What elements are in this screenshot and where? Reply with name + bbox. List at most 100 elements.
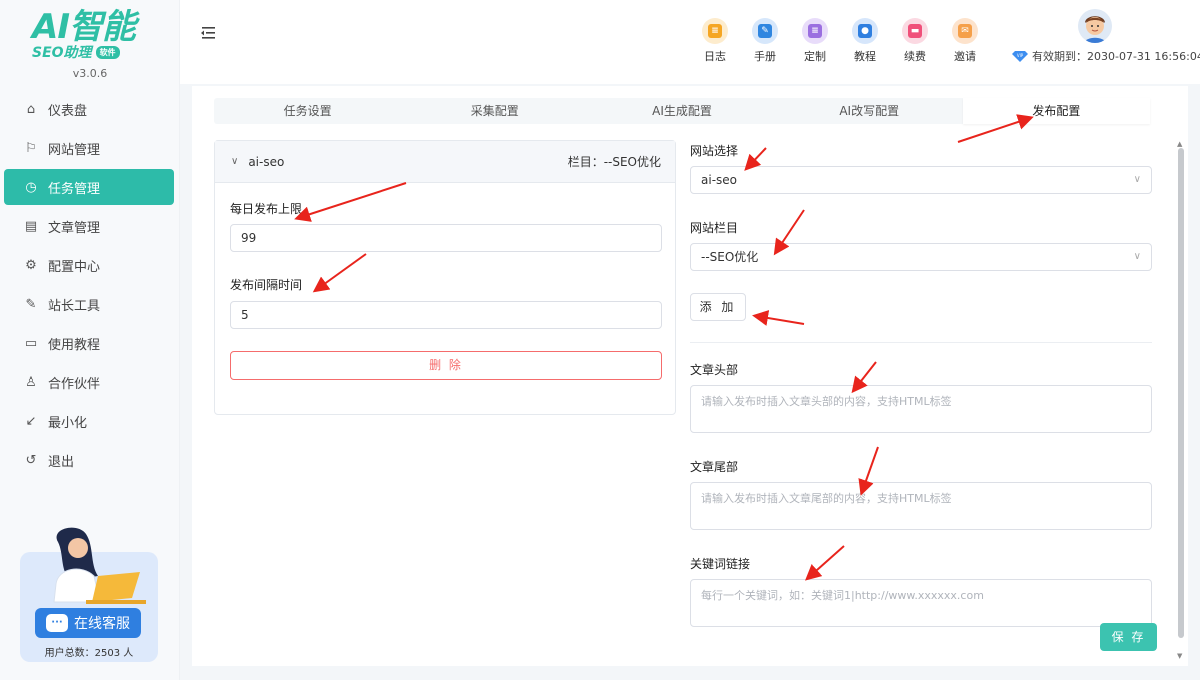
app-logo: AI智能 SEO助理 软件: [32, 10, 152, 62]
custom-icon: ≡: [802, 18, 828, 44]
home-icon: ⌂: [26, 101, 36, 117]
interval-label: 发布间隔时间: [230, 278, 303, 292]
sidebar-item-tutorial[interactable]: ▭ 使用教程: [4, 325, 174, 361]
column-select-label: 网站栏目: [690, 221, 739, 235]
clock-icon: ◷: [25, 179, 37, 195]
keyword-link-label: 关键词链接: [690, 557, 751, 571]
expire-text: 有效期到：2030-07-31 16:56:04: [1032, 50, 1200, 63]
sidebar-item-label: 最小化: [48, 415, 88, 431]
tool-label: 教程: [854, 50, 876, 63]
sidebar-item-logout[interactable]: ↺ 退出: [4, 442, 174, 478]
interval-input[interactable]: 5: [230, 301, 662, 329]
tool-label: 续费: [904, 50, 926, 63]
sidebar-item-label: 配置中心: [48, 259, 101, 275]
gear-icon: ⚙: [25, 257, 37, 273]
delete-button[interactable]: 删 除: [230, 351, 662, 380]
customer-service-card: ··· 在线客服 用户总数：2503 人: [20, 520, 158, 662]
sidebar: AI智能 SEO助理 软件 v3.0.6 ⌂ 仪表盘 ⚐ 网站管理 ◷ 任务管理…: [0, 0, 180, 680]
svg-text:VIP: VIP: [1017, 53, 1024, 58]
sidebar-item-dashboard[interactable]: ⌂ 仪表盘: [4, 91, 174, 127]
document-icon: ▤: [24, 218, 38, 234]
site-config-card: ∨ ai-seo 栏目：--SEO优化 每日发布上限 99 发布间隔时间 5 删…: [214, 140, 676, 415]
sidebar-item-sites[interactable]: ⚐ 网站管理: [4, 130, 174, 166]
main-panel: 任务设置 采集配置 AI生成配置 AI改写配置 发布配置 ∨ ai-seo 栏目…: [192, 86, 1188, 666]
sidebar-item-label: 网站管理: [48, 142, 101, 158]
user-avatar[interactable]: [1078, 9, 1112, 43]
article-header-label: 文章头部: [690, 363, 739, 377]
sidebar-item-partners[interactable]: ♙ 合作伙伴: [4, 364, 174, 400]
tool-renew[interactable]: ▬ 续费: [890, 18, 940, 64]
header-tools: ≡ 日志 ✎ 手册 ≡ 定制 ● 教程 ▬ 续费 ✉ 邀请: [690, 18, 990, 64]
logout-icon: ↺: [25, 452, 37, 468]
sidebar-item-label: 文章管理: [48, 220, 101, 236]
chat-icon: ···: [46, 614, 68, 632]
tool-label: 定制: [804, 50, 826, 63]
tool-log[interactable]: ≡ 日志: [690, 18, 740, 64]
sidebar-item-label: 合作伙伴: [48, 376, 101, 392]
log-icon: ≡: [702, 18, 728, 44]
site-select-value: ai-seo: [701, 173, 737, 187]
sidebar-item-minimize[interactable]: ↙ 最小化: [4, 403, 174, 439]
tutorial-icon: ●: [852, 18, 878, 44]
logo-main-text: AI智能: [32, 7, 136, 47]
top-bar: ≡ 日志 ✎ 手册 ≡ 定制 ● 教程 ▬ 续费 ✉ 邀请 VIP 有效期到：2…: [180, 0, 1200, 84]
scrollbar[interactable]: ▲ ▼: [1176, 140, 1186, 660]
chevron-down-icon: ∨: [231, 156, 239, 167]
divider: [690, 342, 1152, 343]
sidebar-item-label: 任务管理: [48, 181, 101, 197]
logo-badge: 软件: [95, 45, 120, 59]
site-name: ai-seo: [248, 154, 285, 169]
sidebar-item-articles[interactable]: ▤ 文章管理: [4, 208, 174, 244]
column-select[interactable]: --SEO优化 ∨: [690, 243, 1152, 271]
sidebar-item-tools[interactable]: ✎ 站长工具: [4, 286, 174, 322]
customer-service-button[interactable]: ··· 在线客服: [35, 608, 141, 638]
daily-limit-input[interactable]: 99: [230, 224, 662, 252]
logo-sub-text: SEO助理: [32, 45, 92, 61]
tool-label: 手册: [754, 50, 776, 63]
sidebar-item-label: 使用教程: [48, 337, 101, 353]
tool-label: 邀请: [954, 50, 976, 63]
renew-icon: ▬: [902, 18, 928, 44]
scroll-down-icon[interactable]: ▼: [1177, 652, 1182, 660]
add-button[interactable]: 添 加: [690, 293, 746, 321]
invite-icon: ✉: [952, 18, 978, 44]
avatar-icon: [1078, 9, 1112, 43]
article-header-textarea[interactable]: 请输入发布时插入文章头部的内容，支持HTML标签: [690, 385, 1152, 433]
collapse-menu-icon[interactable]: [200, 26, 216, 40]
tab-task-settings[interactable]: 任务设置: [214, 98, 401, 124]
daily-limit-label: 每日发布上限: [230, 202, 303, 216]
manual-icon: ✎: [752, 18, 778, 44]
keyword-link-textarea[interactable]: 每行一个关键词，如：关键词1|http://www.xxxxxx.com: [690, 579, 1152, 627]
site-card-header[interactable]: ∨ ai-seo 栏目：--SEO优化: [215, 141, 675, 183]
sidebar-item-label: 仪表盘: [48, 103, 88, 119]
tool-tutorial[interactable]: ● 教程: [840, 18, 890, 64]
monitor-icon: ▭: [24, 335, 38, 351]
sidebar-item-label: 退出: [48, 454, 75, 470]
tool-invite[interactable]: ✉ 邀请: [940, 18, 990, 64]
tool-custom[interactable]: ≡ 定制: [790, 18, 840, 64]
site-select[interactable]: ai-seo ∨: [690, 166, 1152, 194]
tool-manual[interactable]: ✎ 手册: [740, 18, 790, 64]
wrench-icon: ✎: [25, 296, 37, 312]
partner-icon: ♙: [25, 374, 37, 390]
vip-diamond-icon: VIP: [1012, 51, 1028, 62]
user-count: 用户总数：2503 人: [44, 648, 134, 659]
column-select-value: --SEO优化: [701, 250, 759, 264]
sidebar-item-tasks[interactable]: ◷ 任务管理: [4, 169, 174, 205]
minimize-icon: ↙: [25, 413, 37, 429]
customer-service-label: 在线客服: [74, 616, 130, 632]
scroll-up-icon[interactable]: ▲: [1177, 140, 1182, 148]
chevron-down-icon: ∨: [1133, 174, 1141, 185]
tab-collect-config[interactable]: 采集配置: [401, 98, 588, 124]
scroll-thumb[interactable]: [1178, 148, 1184, 638]
chevron-down-icon: ∨: [1133, 251, 1141, 262]
sidebar-item-config[interactable]: ⚙ 配置中心: [4, 247, 174, 283]
sidebar-menu: ⌂ 仪表盘 ⚐ 网站管理 ◷ 任务管理 ▤ 文章管理 ⚙ 配置中心 ✎ 站长工具…: [0, 88, 180, 478]
article-footer-label: 文章尾部: [690, 460, 739, 474]
site-select-label: 网站选择: [690, 144, 739, 158]
save-button[interactable]: 保 存: [1100, 623, 1157, 651]
tool-label: 日志: [704, 50, 726, 63]
article-footer-textarea[interactable]: 请输入发布时插入文章尾部的内容，支持HTML标签: [690, 482, 1152, 530]
app-version: v3.0.6: [72, 67, 108, 80]
sidebar-item-label: 站长工具: [48, 298, 101, 314]
